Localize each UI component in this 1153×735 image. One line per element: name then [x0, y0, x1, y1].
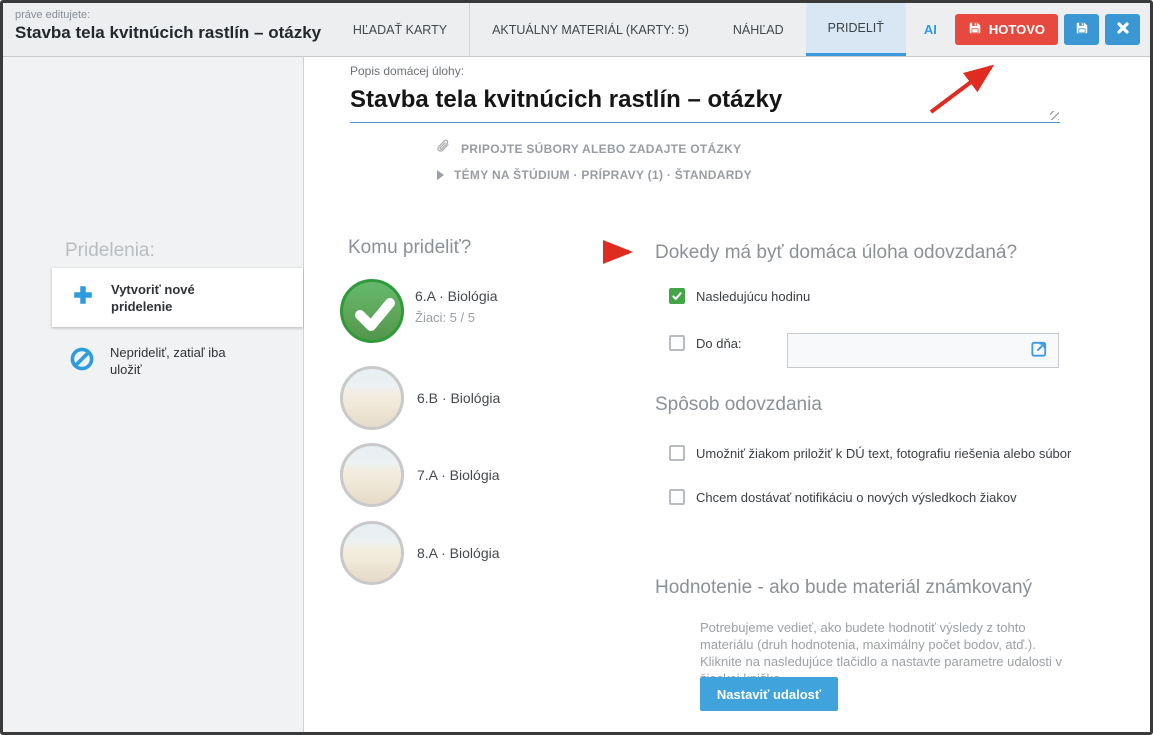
- notify-checkbox[interactable]: [669, 489, 685, 505]
- tab-current-material[interactable]: AKTUÁLNY MATERIÁL (KARTY: 5): [470, 3, 711, 56]
- class-row-8a[interactable]: 8.A · Biológia: [340, 521, 500, 585]
- topbar-buttons: HOTOVO: [955, 3, 1150, 56]
- study-topics-toggle[interactable]: TÉMY NA ŠTÚDIUM · PRÍPRAVY (1) · ŠTANDAR…: [437, 168, 752, 182]
- sidebar-item-create-new-assignment[interactable]: Vytvoriť nové pridelenie: [52, 268, 303, 327]
- notify-label[interactable]: Chcem dostávať notifikáciu o nových výsl…: [696, 490, 1017, 505]
- main-panel: Popis domácej úlohy: Stavba tela kvitnúc…: [304, 57, 1150, 732]
- next-lesson-checkbox[interactable]: [669, 288, 685, 304]
- done-button-label: HOTOVO: [989, 22, 1045, 37]
- class-avatar: [340, 521, 404, 585]
- description-label: Popis domácej úlohy:: [350, 64, 464, 78]
- sidebar-item-label: Vytvoriť nové pridelenie: [111, 281, 231, 315]
- close-icon: [1117, 22, 1129, 37]
- allow-attach-label[interactable]: Umožniť žiakom priložiť k DÚ text, fotog…: [696, 446, 1071, 461]
- homework-title-input[interactable]: Stavba tela kvitnúcich rastlín – otázky: [350, 77, 1060, 123]
- class-row-6a[interactable]: 6.A · Biológia Žiaci: 5 / 5: [340, 279, 498, 343]
- sidebar-item-dont-assign[interactable]: Neprideliť, zatiaľ iba uložiť: [70, 344, 240, 378]
- by-date-checkbox[interactable]: [669, 335, 685, 351]
- class-name: 6.A · Biológia: [415, 288, 498, 304]
- editor-window: práve editujete: Stavba tela kvitnúcich …: [0, 0, 1153, 735]
- attach-files-label: PRIPOJTE SÚBORY ALEBO ZADAJTE OTÁZKY: [461, 142, 741, 156]
- save-button[interactable]: [1064, 14, 1099, 45]
- set-event-button[interactable]: Nastaviť udalosť: [700, 677, 838, 711]
- allow-attach-checkbox[interactable]: [669, 445, 685, 461]
- done-button[interactable]: HOTOVO: [955, 14, 1058, 45]
- assign-to-heading: Komu prideliť?: [348, 237, 471, 259]
- class-row-6b[interactable]: 6.B · Biológia: [340, 366, 500, 430]
- resize-handle[interactable]: [1050, 111, 1059, 120]
- paperclip-icon: [435, 138, 451, 159]
- topbar-title-block: práve editujete: Stavba tela kvitnúcich …: [3, 3, 331, 56]
- tab-search-cards[interactable]: HĽADAŤ KARTY: [331, 3, 469, 56]
- tab-preview[interactable]: NÁHĽAD: [711, 3, 806, 56]
- next-lesson-label[interactable]: Nasledujúcu hodinu: [696, 289, 810, 304]
- by-date-label[interactable]: Do dňa:: [696, 336, 742, 351]
- class-avatar-selected-check-icon: [340, 279, 404, 343]
- class-row-7a[interactable]: 7.A · Biológia: [340, 443, 500, 507]
- chevron-right-icon: [437, 170, 444, 180]
- deadline-heading: Dokedy má byť domáca úloha odovzdaná?: [655, 242, 1017, 264]
- plus-icon: [72, 284, 94, 311]
- class-avatar: [340, 443, 404, 507]
- close-button[interactable]: [1105, 14, 1140, 45]
- study-topics-label: TÉMY NA ŠTÚDIUM · PRÍPRAVY (1) · ŠTANDAR…: [454, 168, 752, 182]
- grading-heading: Hodnotenie - ako bude materiál známkovan…: [655, 577, 1032, 599]
- option-by-date: Do dňa:: [669, 335, 742, 351]
- prohibition-icon: [70, 347, 94, 376]
- floppy-icon: [968, 21, 982, 38]
- sidebar-item-label: Neprideliť, zatiaľ iba uložiť: [110, 344, 240, 378]
- option-notify: Chcem dostávať notifikáciu o nových výsl…: [669, 489, 1017, 505]
- document-title: Stavba tela kvitnúcich rastlín – otázky: [15, 23, 331, 43]
- assignments-sidebar: Pridelenia: Vytvoriť nové pridelenie Nep…: [3, 57, 304, 732]
- option-allow-attach: Umožniť žiakom priložiť k DÚ text, fotog…: [669, 445, 1071, 461]
- external-link-icon[interactable]: [1030, 339, 1049, 363]
- submission-heading: Spôsob odovzdania: [655, 394, 822, 416]
- option-next-lesson: Nasledujúcu hodinu: [669, 288, 810, 304]
- class-name: 6.B · Biológia: [417, 390, 500, 406]
- attach-files-link[interactable]: PRIPOJTE SÚBORY ALEBO ZADAJTE OTÁZKY: [435, 138, 741, 159]
- homework-title-value: Stavba tela kvitnúcich rastlín – otázky: [350, 86, 782, 114]
- class-avatar: [340, 366, 404, 430]
- floppy-icon: [1075, 21, 1089, 38]
- class-students-count: Žiaci: 5 / 5: [415, 310, 498, 325]
- editing-label: práve editujete:: [15, 9, 331, 21]
- class-name: 8.A · Biológia: [417, 545, 500, 561]
- topbar: práve editujete: Stavba tela kvitnúcich …: [3, 3, 1150, 57]
- class-name: 7.A · Biológia: [417, 467, 500, 483]
- due-date-input[interactable]: [787, 333, 1059, 368]
- tab-assign[interactable]: PRIDELIŤ: [806, 3, 906, 56]
- sidebar-heading: Pridelenia:: [65, 240, 155, 262]
- ai-button[interactable]: AI: [906, 3, 955, 56]
